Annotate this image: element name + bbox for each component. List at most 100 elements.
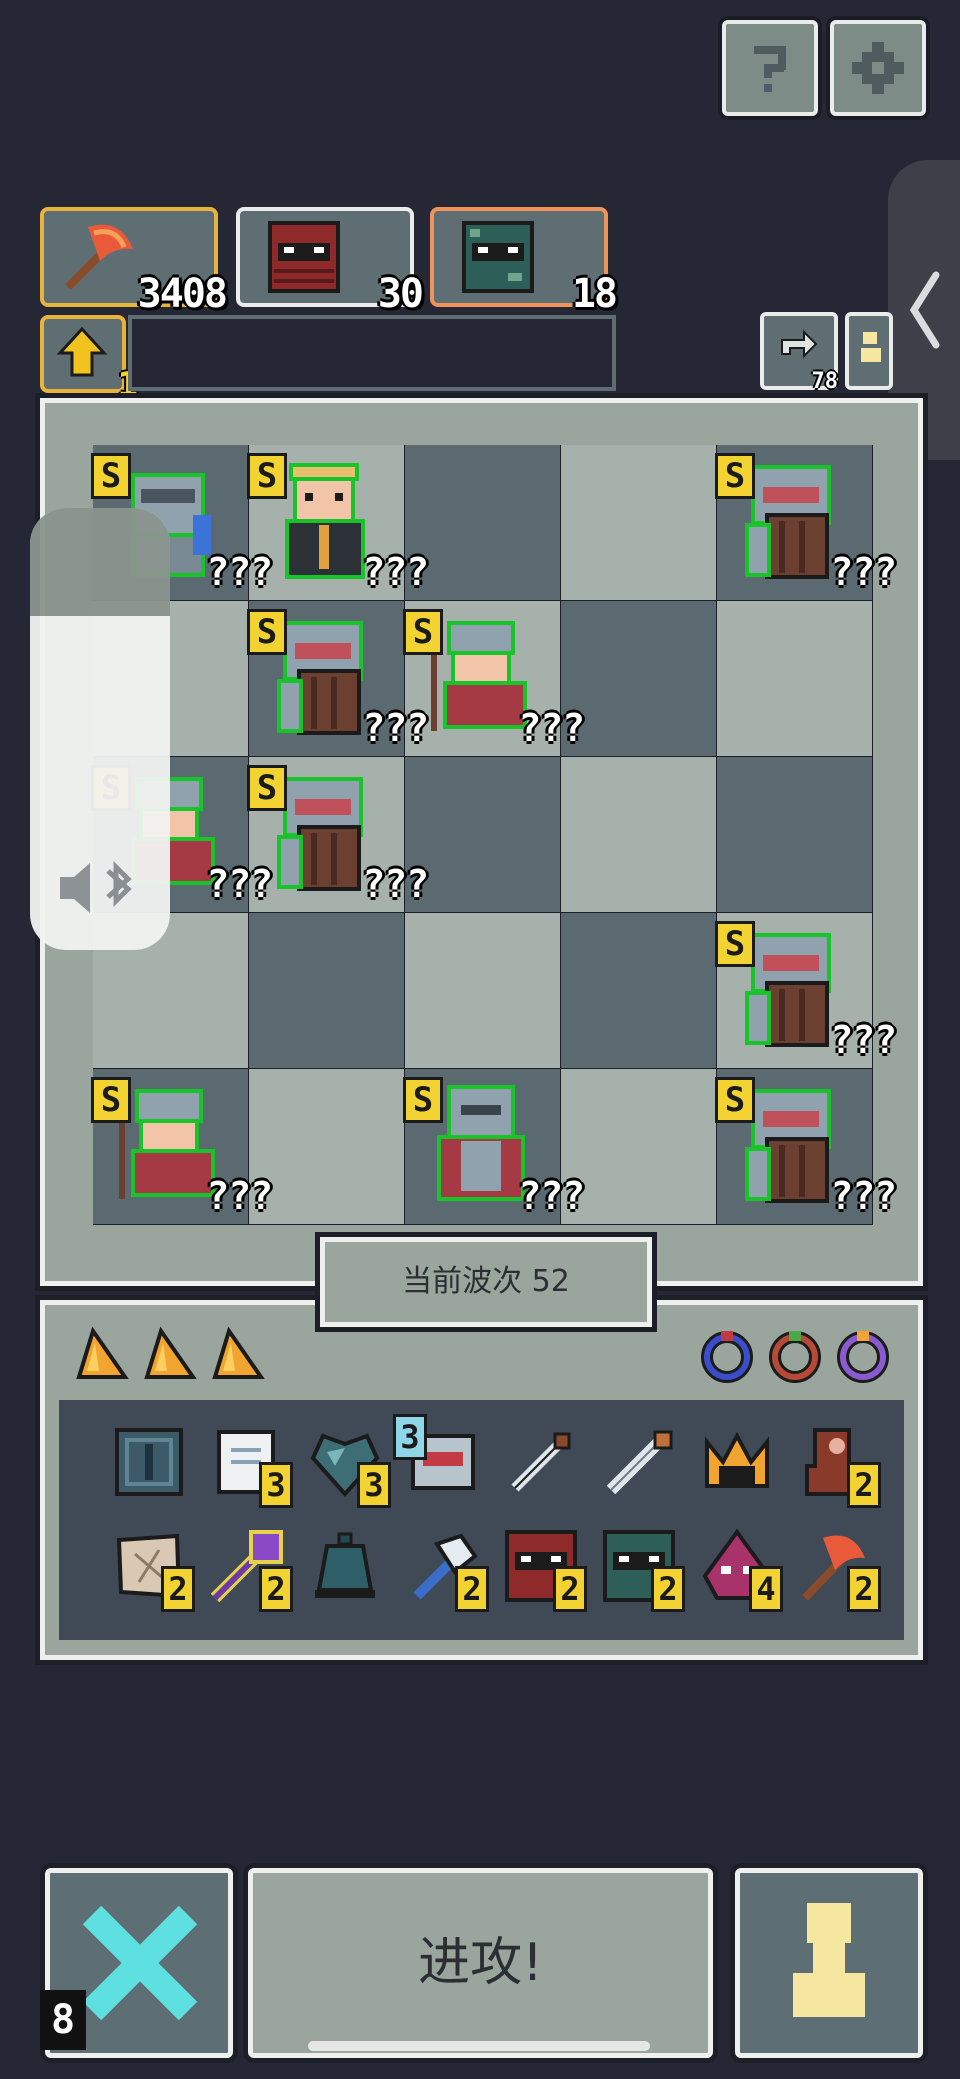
current-wave-label: 当前波次 52 — [320, 1237, 652, 1327]
board-cell[interactable] — [405, 445, 560, 600]
board-cell[interactable] — [561, 1069, 716, 1224]
item-slot[interactable]: 2 — [109, 1526, 195, 1612]
close-icon — [82, 1905, 198, 2021]
board-cell[interactable] — [249, 1069, 404, 1224]
upgrade-arrow-icon — [56, 326, 108, 377]
item-slot[interactable]: 2 — [599, 1526, 685, 1612]
item-count: 2 — [847, 1566, 881, 1612]
board-cell[interactable] — [405, 757, 560, 912]
unit-spearman[interactable]: S ??? — [403, 601, 585, 756]
board-cell[interactable] — [249, 913, 404, 1068]
item-count: 2 — [259, 1566, 293, 1612]
resource-green-monster-value: 18 — [571, 271, 618, 317]
settings-button[interactable] — [830, 20, 926, 116]
resource-red-monster-value: 30 — [377, 271, 424, 317]
ring-blue-icon — [701, 1331, 753, 1383]
refresh-count: 78 — [811, 369, 839, 394]
stone-slots — [63, 1319, 265, 1389]
unit-shield-knight[interactable]: S ??? — [715, 445, 897, 600]
item-count: 4 — [749, 1566, 783, 1612]
home-indicator — [308, 2041, 650, 2051]
board-cell[interactable] — [561, 445, 716, 600]
board-cell[interactable] — [717, 601, 872, 756]
item-slot[interactable]: 3 — [393, 1414, 483, 1502]
item-count: 2 — [651, 1566, 685, 1612]
refresh-button[interactable]: 78 — [760, 312, 838, 394]
item-slot[interactable] — [599, 1422, 679, 1502]
stone-icon — [144, 1326, 197, 1379]
item-slot[interactable] — [109, 1422, 189, 1502]
item-count: 2 — [553, 1566, 587, 1612]
sword-icon — [606, 1430, 673, 1495]
item-slot[interactable] — [697, 1422, 777, 1502]
item-slot[interactable]: 3 — [305, 1422, 391, 1508]
item-count: 2 — [161, 1566, 195, 1612]
attack-label: 进攻! — [418, 1933, 543, 1993]
unit-shield-knight[interactable]: S ??? — [715, 1069, 897, 1224]
item-slot[interactable]: 2 — [501, 1526, 587, 1612]
green-monster-icon — [462, 221, 534, 293]
rank-badge: S — [403, 1077, 443, 1123]
rank-badge: S — [403, 609, 443, 655]
item-slot[interactable]: 2 — [795, 1422, 881, 1508]
resource-axe: 3408 — [40, 207, 228, 317]
stone-icon — [76, 1326, 129, 1379]
item-slot[interactable]: 2 — [207, 1526, 293, 1612]
rank-badge: S — [715, 921, 755, 967]
attack-button[interactable]: 进攻! — [248, 1868, 713, 2058]
upgrade-button[interactable]: 1 — [40, 315, 138, 405]
stone-icon — [212, 1326, 265, 1379]
battle-board: S ??? S ??? S ??? S ??? S ??? ??? S ??? … — [40, 398, 923, 1286]
resource-green-monster: 18 — [430, 207, 618, 317]
help-icon — [754, 46, 786, 92]
unit-level: ??? — [830, 1018, 897, 1062]
board-grid: S ??? S ??? S ??? S ??? S ??? ??? S ??? … — [91, 445, 897, 1225]
unit-level: ??? — [830, 1174, 897, 1218]
board-cell[interactable] — [561, 757, 716, 912]
crown-icon — [705, 1431, 769, 1488]
unit-shield-knight[interactable]: S ??? — [715, 913, 897, 1068]
red-monster-icon — [268, 221, 340, 293]
help-button[interactable] — [722, 20, 818, 116]
rank-badge: S — [715, 453, 755, 499]
inventory-panel: 3 3 3 2 2 2 2 2 2 4 2 — [40, 1300, 923, 1660]
unit-shield-knight[interactable]: S ??? — [247, 757, 429, 912]
item-slot[interactable] — [501, 1422, 581, 1502]
bluetooth-speaker-icon — [60, 860, 132, 913]
rank-badge: S — [247, 453, 287, 499]
item-count: 2 — [847, 1462, 881, 1508]
item-slot[interactable]: 4 — [697, 1526, 783, 1612]
pawn-shortcut-button[interactable] — [845, 312, 893, 390]
resource-red-monster: 30 — [236, 207, 424, 317]
resource-axe-value: 3408 — [137, 271, 228, 317]
chevron-left-icon — [909, 271, 940, 349]
gear-icon — [852, 42, 904, 94]
pawn-icon — [861, 332, 881, 362]
unit-monk[interactable]: S ??? — [247, 445, 429, 600]
unit-spearman[interactable]: S ??? — [91, 1069, 273, 1224]
item-count: 3 — [259, 1462, 293, 1508]
pawn-button[interactable] — [735, 1868, 923, 2058]
board-cell[interactable] — [717, 757, 872, 912]
unit-caped-knight[interactable]: S ??? — [403, 1069, 585, 1224]
volume-level-empty — [30, 508, 170, 616]
upgrade-progress-bar — [128, 315, 616, 391]
board-cell[interactable] — [561, 601, 716, 756]
bell-icon — [315, 1532, 375, 1598]
item-slot[interactable]: 3 — [207, 1422, 293, 1508]
ring-red-icon — [769, 1331, 821, 1383]
board-cell[interactable] — [561, 913, 716, 1068]
item-slot[interactable]: 2 — [795, 1526, 881, 1612]
item-count: 2 — [455, 1566, 489, 1612]
ring-slots — [695, 1319, 905, 1389]
item-slot[interactable]: 2 — [403, 1526, 489, 1612]
pawn-icon — [793, 1903, 865, 2017]
ring-purple-icon — [837, 1331, 889, 1383]
volume-overlay — [30, 508, 170, 950]
board-cell[interactable] — [405, 913, 560, 1068]
unit-level: ??? — [830, 550, 897, 594]
unit-shield-knight[interactable]: S ??? — [247, 601, 429, 756]
corner-badge: 8 — [40, 1990, 86, 2050]
item-grid: 3 3 3 2 2 2 2 2 2 4 2 — [59, 1400, 904, 1640]
item-slot[interactable] — [305, 1526, 385, 1606]
